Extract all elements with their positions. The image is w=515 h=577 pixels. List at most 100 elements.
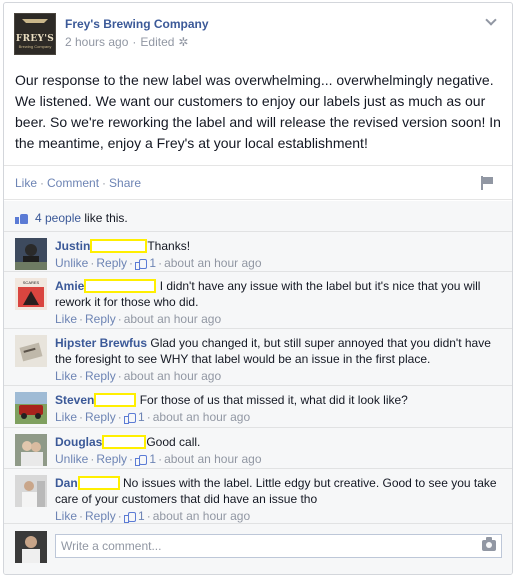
- comment-text: Thanks!: [147, 239, 191, 253]
- page-logo[interactable]: FREY'S Brewing Company: [14, 13, 56, 55]
- avatar[interactable]: [15, 238, 47, 270]
- comment: Steven For those of us that missed it, w…: [4, 385, 512, 427]
- comment-author[interactable]: Steven: [55, 393, 94, 407]
- reply-box: [4, 523, 512, 574]
- comment-reply-link[interactable]: Reply: [85, 369, 116, 383]
- comment-like-count[interactable]: 1: [138, 410, 145, 424]
- action-separator: ·: [102, 176, 107, 190]
- comment-meta: Unlike · Reply · 1 · about an hour ago: [55, 452, 262, 466]
- comment-like-count[interactable]: 1: [138, 509, 145, 523]
- comment-like-toggle[interactable]: Unlike: [55, 452, 88, 466]
- edited-label[interactable]: Edited: [140, 35, 174, 49]
- likes-summary: 4 people like this.: [15, 211, 128, 225]
- post-actions: Like · Comment · Share: [4, 165, 512, 200]
- avatar[interactable]: [15, 475, 47, 507]
- like-count-icon: [123, 511, 136, 523]
- like-count-icon: [123, 412, 136, 424]
- avatar[interactable]: SCARES: [15, 278, 47, 310]
- comment-text: No issues with the label. Little edgy bu…: [55, 476, 497, 506]
- comment-like-count[interactable]: 1: [149, 256, 156, 270]
- comment-body: Amie I didn't have any issue with the la…: [55, 278, 500, 327]
- comment-body: Douglas Good call. Unlike · Reply · 1 · about …: [55, 434, 500, 467]
- comment: SCARES Amie I didn't have any issue with…: [4, 271, 512, 328]
- comment-like-toggle[interactable]: Unlike: [55, 256, 88, 270]
- comment-meta: Like · Reply · 1 · about an hour ago: [55, 410, 251, 424]
- comment-body: Justin Thanks! Unlike · Reply · 1 · about an h…: [55, 238, 500, 271]
- comment-time[interactable]: about an hour ago: [124, 369, 221, 383]
- page-name-link[interactable]: Frey's Brewing Company: [65, 17, 209, 31]
- comment-reply-link[interactable]: Reply: [85, 312, 116, 326]
- comment-like-toggle[interactable]: Like: [55, 312, 77, 326]
- avatar[interactable]: [15, 392, 47, 424]
- comment: Dan No issues with the label. Little edg…: [4, 468, 512, 523]
- comment-time[interactable]: about an hour ago: [164, 256, 261, 270]
- like-link[interactable]: Like: [15, 176, 37, 190]
- comment: Douglas Good call. Unlike · Reply · 1 · about …: [4, 427, 512, 468]
- comment-time[interactable]: about an hour ago: [164, 452, 261, 466]
- comment-meta: Like · Reply · about an hour ago: [55, 369, 222, 383]
- avatar-photo: [15, 238, 47, 270]
- redaction-box: [94, 393, 137, 407]
- comment-text: Good call.: [146, 435, 201, 449]
- post-options-chevron-icon[interactable]: [484, 14, 498, 29]
- likers-link[interactable]: 4 people: [35, 211, 81, 225]
- logo-subtext: Brewing Company: [18, 44, 52, 49]
- logo-word: FREY'S: [15, 34, 55, 44]
- avatar-photo: [15, 392, 47, 424]
- redaction-box: [84, 279, 157, 293]
- chevron-emblem-icon: [22, 19, 48, 33]
- comment-author[interactable]: Amie: [55, 279, 84, 293]
- privacy-gear-icon[interactable]: ✲: [178, 35, 188, 49]
- avatar-photo: [15, 531, 47, 563]
- comment-link[interactable]: Comment: [47, 176, 99, 190]
- comment-author[interactable]: Hipster Brewfus: [55, 336, 147, 350]
- comment-like-toggle[interactable]: Like: [55, 369, 77, 383]
- svg-text:SCARES: SCARES: [23, 280, 40, 285]
- avatar[interactable]: [15, 335, 47, 367]
- comment-time[interactable]: about an hour ago: [153, 509, 250, 523]
- comment-reply-link[interactable]: Reply: [85, 509, 116, 523]
- comment-reply-link[interactable]: Reply: [96, 452, 127, 466]
- avatar-photo: SCARES: [15, 278, 47, 310]
- post-meta: 2 hours ago · Edited ✲: [65, 35, 188, 49]
- like-count-icon: [135, 258, 148, 270]
- comment-input[interactable]: [55, 534, 502, 558]
- comment-reply-link[interactable]: Reply: [85, 410, 116, 424]
- flag-icon[interactable]: [480, 176, 494, 190]
- comment-like-count[interactable]: 1: [149, 452, 156, 466]
- redaction-box: [102, 435, 147, 449]
- post-text: Our response to the new label was overwh…: [15, 72, 501, 151]
- comment-meta: Like · Reply · 1 · about an hour ago: [55, 509, 251, 523]
- comment-author[interactable]: Justin: [55, 239, 90, 253]
- avatar-photo: [15, 434, 47, 466]
- post-timestamp[interactable]: 2 hours ago: [65, 35, 128, 49]
- comment-body: Hipster Brewfus Glad you changed it, but…: [55, 335, 500, 384]
- comment-author[interactable]: Douglas: [55, 435, 102, 449]
- comment-author[interactable]: Dan: [55, 476, 78, 490]
- comment-meta: Like · Reply · about an hour ago: [55, 312, 222, 326]
- avatar-photo: [15, 475, 47, 507]
- comment-like-toggle[interactable]: Like: [55, 509, 77, 523]
- post-header: FREY'S Brewing Company Frey's Brewing Co…: [14, 13, 504, 57]
- comment-time[interactable]: about an hour ago: [124, 312, 221, 326]
- like-count-icon: [135, 454, 148, 466]
- action-separator: ·: [40, 176, 45, 190]
- likes-suffix: like this.: [84, 211, 128, 225]
- comment-body: Steven For those of us that missed it, w…: [55, 392, 500, 425]
- camera-icon[interactable]: [482, 537, 496, 551]
- comment-reply-link[interactable]: Reply: [96, 256, 127, 270]
- comments-section: 4 people like this. Justin Thanks! Unlike…: [4, 201, 512, 574]
- comment: Hipster Brewfus Glad you changed it, but…: [4, 328, 512, 385]
- avatar[interactable]: [15, 434, 47, 466]
- comment-meta: Unlike · Reply · 1 · about an hour ago: [55, 256, 262, 270]
- avatar-photo: [15, 335, 47, 367]
- share-link[interactable]: Share: [109, 176, 141, 190]
- comment-like-toggle[interactable]: Like: [55, 410, 77, 424]
- comment: Justin Thanks! Unlike · Reply · 1 · about an h…: [4, 231, 512, 271]
- comment-body: Dan No issues with the label. Little edg…: [55, 475, 500, 524]
- thumbs-up-icon: [15, 212, 29, 224]
- meta-dot: ·: [132, 35, 137, 49]
- comment-time[interactable]: about an hour ago: [153, 410, 250, 424]
- redaction-box: [77, 476, 120, 490]
- post-card: FREY'S Brewing Company Frey's Brewing Co…: [3, 2, 513, 575]
